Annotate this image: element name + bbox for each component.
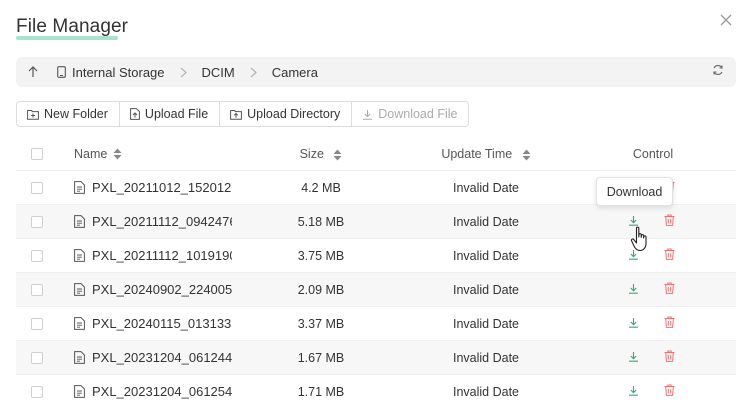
file-name-cell[interactable]: PXL_20211112_0942476 — [74, 214, 232, 229]
file-name-cell[interactable]: PXL_20231204_061244 — [74, 350, 232, 365]
breadcrumb-label: DCIM — [201, 64, 235, 80]
file-name: PXL_20240115_0131332 — [92, 316, 232, 331]
upload-file-button[interactable]: Upload File — [119, 102, 221, 126]
download-file-button[interactable]: Download File — [352, 102, 469, 126]
breadcrumb-label: Camera — [271, 64, 318, 80]
row-checkbox[interactable] — [31, 385, 43, 398]
table-row[interactable]: PXL_20240115_0131332 3.37 MB Invalid Dat… — [16, 307, 736, 341]
download-icon[interactable] — [628, 351, 639, 365]
folder-upload-icon — [230, 109, 243, 120]
file-name: PXL_20211012_1520127 — [92, 180, 232, 195]
refresh-icon[interactable] — [712, 64, 728, 80]
file-update-time: Invalid Date — [452, 214, 519, 229]
sort-icon — [333, 149, 342, 161]
file-name: PXL_20231204_061244 — [92, 350, 232, 365]
delete-icon[interactable] — [664, 316, 675, 331]
breadcrumb: Internal Storage DCIM Camera — [16, 57, 736, 87]
new-folder-label: New Folder — [44, 107, 108, 121]
file-update-time: Invalid Date — [452, 248, 519, 263]
row-checkbox[interactable] — [31, 317, 43, 330]
download-tooltip: Download — [596, 177, 673, 206]
file-update-time: Invalid Date — [452, 384, 519, 399]
arrow-up-icon[interactable] — [24, 64, 42, 80]
file-name-cell[interactable]: PXL_20231204_061254 — [74, 384, 232, 399]
file-update-time: Invalid Date — [452, 282, 519, 297]
folder-plus-icon — [27, 109, 39, 120]
delete-icon[interactable] — [664, 282, 675, 297]
upload-directory-button[interactable]: Upload Directory — [220, 102, 353, 126]
table-row[interactable]: PXL_20231204_061254 1.71 MB Invalid Date — [16, 375, 736, 401]
breadcrumb-label: Internal Storage — [72, 64, 165, 80]
file-name: PXL_20231204_061254 — [92, 384, 232, 399]
file-size: 3.37 MB — [297, 316, 345, 331]
table-row[interactable]: PXL_20211112_1019190 3.75 MB Invalid Dat… — [16, 239, 736, 273]
delete-icon[interactable] — [664, 350, 675, 365]
file-name: PXL_20211112_0942476 — [92, 214, 232, 229]
header-size[interactable]: Size — [276, 147, 366, 161]
download-icon[interactable] — [628, 283, 639, 297]
file-icon — [74, 181, 85, 194]
sort-icon — [113, 148, 122, 160]
close-icon[interactable] — [720, 13, 736, 29]
file-icon — [74, 249, 85, 262]
file-name: PXL_20211112_1019190 — [92, 248, 232, 263]
file-icon — [74, 283, 85, 296]
breadcrumb-item-dcim[interactable]: DCIM — [202, 65, 235, 80]
delete-icon[interactable] — [664, 214, 675, 229]
table-row[interactable]: PXL_20231204_061244 1.67 MB Invalid Date — [16, 341, 736, 375]
table-row[interactable]: PXL_20211112_0942476 5.18 MB Invalid Dat… — [16, 205, 736, 239]
row-checkbox[interactable] — [31, 283, 43, 296]
file-size: 1.71 MB — [297, 384, 345, 399]
header-control: Control — [632, 147, 674, 161]
delete-icon[interactable] — [664, 384, 675, 399]
table-header: Name Size Update Time Control — [16, 138, 736, 171]
hand-cursor-icon — [630, 226, 652, 257]
sort-icon — [522, 149, 531, 161]
file-upload-icon — [130, 108, 140, 120]
file-icon — [74, 215, 85, 228]
file-update-time: Invalid Date — [452, 350, 519, 365]
delete-icon[interactable] — [664, 248, 675, 263]
file-icon — [74, 317, 85, 330]
file-name-cell[interactable]: PXL_20211012_1520127 — [74, 180, 232, 195]
row-checkbox[interactable] — [31, 351, 43, 364]
breadcrumb-item-internal-storage[interactable]: Internal Storage — [57, 65, 165, 80]
upload-directory-label: Upload Directory — [247, 107, 341, 121]
file-update-time: Invalid Date — [452, 316, 519, 331]
upload-file-label: Upload File — [144, 107, 209, 121]
file-name: PXL_20240902_224005 — [92, 282, 232, 297]
chevron-right-icon — [180, 67, 187, 78]
file-name-cell[interactable]: PXL_20240902_224005 — [74, 282, 232, 297]
row-checkbox[interactable] — [31, 181, 43, 194]
file-name-cell[interactable]: PXL_20240115_0131332 — [74, 316, 232, 331]
table-row[interactable]: PXL_20240902_224005 2.09 MB Invalid Date — [16, 273, 736, 307]
file-icon — [74, 385, 85, 398]
download-file-label: Download File — [378, 107, 458, 121]
file-update-time: Invalid Date — [452, 180, 519, 195]
file-size: 5.18 MB — [297, 214, 345, 229]
title-underline — [16, 36, 118, 40]
file-size: 1.67 MB — [297, 350, 345, 365]
toolbar: New Folder Upload File Upload Directory … — [16, 101, 470, 127]
file-icon — [74, 351, 85, 364]
page-title: File Manager — [16, 16, 129, 37]
file-size: 2.09 MB — [297, 282, 345, 297]
chevron-right-icon — [250, 67, 257, 78]
header-name[interactable]: Name — [74, 147, 122, 161]
header-update-time[interactable]: Update Time — [418, 147, 554, 161]
select-all-checkbox[interactable] — [31, 148, 43, 160]
row-checkbox[interactable] — [31, 249, 43, 262]
breadcrumb-item-camera[interactable]: Camera — [272, 65, 318, 80]
file-size: 4.2 MB — [301, 180, 341, 195]
new-folder-button[interactable]: New Folder — [17, 102, 120, 126]
phone-icon — [57, 66, 66, 78]
download-icon[interactable] — [628, 385, 639, 399]
download-icon — [363, 109, 373, 120]
row-checkbox[interactable] — [31, 215, 43, 228]
download-icon[interactable] — [628, 317, 639, 331]
file-name-cell[interactable]: PXL_20211112_1019190 — [74, 248, 232, 263]
file-size: 3.75 MB — [297, 248, 345, 263]
